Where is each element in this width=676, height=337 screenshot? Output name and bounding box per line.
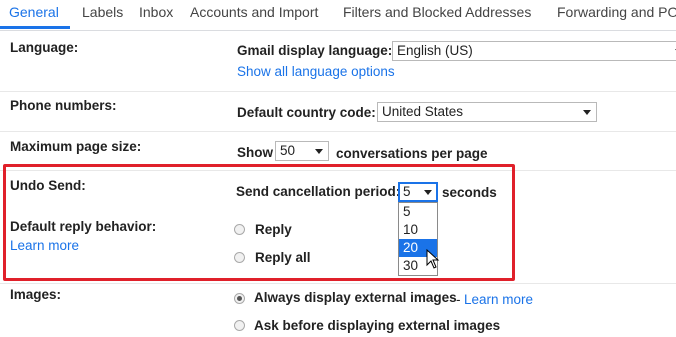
row-divider: [0, 91, 676, 92]
chevron-down-icon: [315, 149, 323, 154]
phone-numbers-label: Phone numbers:: [10, 98, 117, 113]
row-divider: [0, 131, 676, 132]
mouse-cursor-icon: [426, 249, 440, 271]
always-display-images-radio[interactable]: [234, 293, 245, 304]
page-size-prefix: Show: [237, 145, 273, 160]
tab-filters-and-blocked-addresses[interactable]: Filters and Blocked Addresses: [343, 4, 531, 20]
show-all-language-options-link[interactable]: Show all language options: [237, 64, 395, 79]
reply-all-option-label[interactable]: Reply all: [255, 250, 311, 265]
cancellation-period-value: 5: [403, 184, 411, 199]
tab-accounts-and-import[interactable]: Accounts and Import: [190, 4, 318, 20]
chevron-down-icon: [583, 110, 591, 115]
tab-general[interactable]: General: [9, 4, 59, 20]
reply-radio[interactable]: [234, 224, 245, 235]
tab-labels[interactable]: Labels: [82, 4, 123, 20]
reply-option-label[interactable]: Reply: [255, 222, 292, 237]
images-learn-more-link[interactable]: Learn more: [464, 292, 533, 307]
settings-tabs: General Labels Inbox Accounts and Import…: [0, 0, 676, 31]
language-label: Language:: [10, 40, 79, 55]
cancellation-period-select[interactable]: 5: [398, 182, 438, 202]
undo-send-label: Undo Send:: [10, 178, 86, 193]
display-language-select[interactable]: English (US): [392, 41, 676, 61]
ask-before-displaying-images-label[interactable]: Ask before displaying external images: [254, 318, 500, 333]
chevron-down-icon: [424, 190, 432, 195]
country-code-value: United States: [382, 104, 464, 119]
display-language-label: Gmail display language:: [237, 43, 393, 58]
reply-learn-more-link[interactable]: Learn more: [10, 238, 79, 253]
send-cancellation-period-label: Send cancellation period:: [236, 184, 401, 199]
row-divider: [0, 170, 676, 171]
page-size-suffix: conversations per page: [336, 146, 488, 161]
tab-inbox[interactable]: Inbox: [139, 4, 173, 20]
reply-all-radio[interactable]: [234, 252, 245, 263]
images-separator: -: [456, 292, 461, 307]
default-reply-behavior-label: Default reply behavior:: [10, 219, 157, 234]
country-code-select[interactable]: United States: [377, 102, 597, 122]
always-display-images-label[interactable]: Always display external images: [254, 290, 457, 305]
ask-before-displaying-images-radio[interactable]: [234, 320, 245, 331]
seconds-label: seconds: [442, 185, 497, 200]
default-country-code-label: Default country code:: [237, 105, 376, 120]
active-tab-indicator: [0, 26, 70, 29]
images-label: Images:: [10, 287, 62, 302]
row-divider: [0, 283, 676, 284]
maximum-page-size-label: Maximum page size:: [10, 139, 142, 154]
period-option-5[interactable]: 5: [399, 203, 437, 221]
tab-forwarding-and-pop[interactable]: Forwarding and PO: [557, 4, 676, 20]
display-language-value: English (US): [397, 43, 473, 58]
period-option-10[interactable]: 10: [399, 221, 437, 239]
page-size-value: 50: [280, 143, 296, 158]
page-size-select[interactable]: 50: [275, 141, 329, 161]
